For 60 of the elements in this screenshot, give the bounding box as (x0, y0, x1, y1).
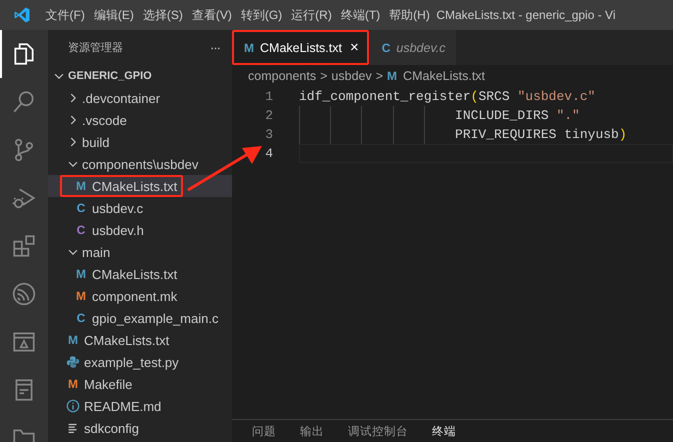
tree-item[interactable]: M Makefile (48, 373, 232, 395)
tree-item[interactable]: C usbdev.h (48, 219, 232, 241)
tree-item[interactable]: README.md (48, 395, 232, 417)
tree-item[interactable]: C usbdev.c (48, 197, 232, 219)
more-actions-button[interactable]: ··· (210, 40, 220, 55)
tree-item[interactable]: components\usbdev (48, 153, 232, 175)
menu-item[interactable]: 转到(G) (236, 6, 287, 24)
tree-item[interactable]: sdkconfig (48, 417, 232, 439)
info-icon (66, 399, 80, 413)
menu-item[interactable]: 选择(S) (138, 6, 188, 24)
menu-item[interactable]: 文件(F) (41, 6, 90, 24)
code-line: idf_component_register(SRCS "usbdev.c" (299, 89, 596, 104)
app-logo-icon (13, 6, 31, 24)
tree-item[interactable]: .vscode (48, 109, 232, 131)
python-icon (66, 355, 80, 369)
blocks-icon (11, 233, 37, 259)
tree-item[interactable]: M component.mk (48, 285, 232, 307)
file-type-icon: C (74, 223, 88, 237)
menu-item[interactable]: 查看(V) (187, 6, 236, 24)
line-number: 4 (264, 146, 273, 161)
file-type-icon: C (74, 201, 88, 215)
line-number: 2 (264, 108, 273, 123)
sidebar-title: 资源管理器 (68, 41, 123, 55)
signal-circle-icon (11, 281, 37, 307)
file-type-icon: C (74, 311, 88, 325)
window-title: CMakeLists.txt - generic_gpio - Vi (436, 8, 616, 22)
breadcrumb-separator: > (320, 69, 328, 83)
file-type-icon: M (74, 179, 88, 193)
breadcrumb-item[interactable]: components (248, 69, 316, 83)
tree-item[interactable]: build (48, 131, 232, 153)
file-type-icon: M (74, 267, 88, 281)
editor-tab[interactable]: C usbdev.c (370, 30, 457, 65)
breadcrumb-separator: > (376, 69, 384, 83)
tree-item[interactable]: M CMakeLists.txt (48, 263, 232, 285)
menu-item[interactable]: 运行(R) (286, 6, 336, 24)
menu-item[interactable]: 编辑(E) (89, 6, 138, 24)
line-number: 1 (264, 89, 273, 104)
line-number: 3 (264, 127, 273, 142)
close-tab-button[interactable]: × (350, 39, 359, 56)
tree-item[interactable]: main (48, 241, 232, 263)
menu-item[interactable]: 帮助(H) (384, 6, 434, 24)
code-line: INCLUDE_DIRS "." (454, 108, 580, 123)
tree-item[interactable]: C gpio_example_main.c (48, 307, 232, 329)
tree-item[interactable]: .devcontainer (48, 87, 232, 109)
panel-tab[interactable]: 终端 (432, 424, 456, 438)
file-type-icon: M (66, 333, 80, 347)
file-type-icon: M (74, 289, 88, 303)
breadcrumb-item[interactable]: M CMakeLists.txt (387, 69, 486, 83)
menu-item[interactable]: 终端(T) (336, 6, 385, 24)
editor-tab[interactable]: M CMakeLists.txt × (232, 30, 370, 65)
file-type-icon: M (66, 377, 80, 391)
breadcrumb-item[interactable]: usbdev (331, 69, 372, 83)
tree-item[interactable]: example_test.py (48, 351, 232, 373)
code-line: PRIV_REQUIRES tinyusb) (454, 127, 627, 142)
panel-tab[interactable]: 问题 (252, 424, 276, 438)
tree-item[interactable]: M CMakeLists.txt (48, 175, 232, 197)
tree-item[interactable]: GENERIC_GPIO (48, 65, 232, 87)
panel-tab[interactable]: 调试控制台 (348, 424, 408, 438)
tree-item[interactable]: M CMakeLists.txt (48, 329, 232, 351)
panel-tab[interactable]: 输出 (300, 424, 324, 438)
